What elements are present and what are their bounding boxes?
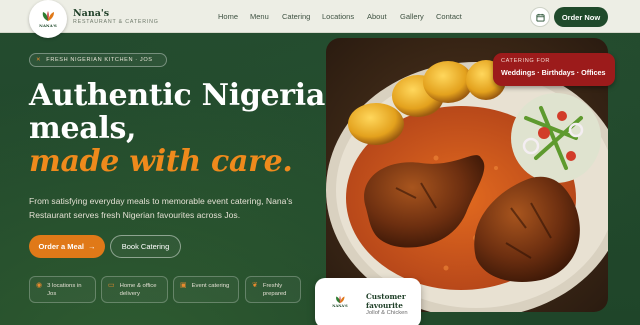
nav-gallery[interactable]: Gallery [400,12,424,21]
leaf-icon: ❦ [252,282,258,289]
delivery-truck-icon: ▭ [108,282,115,289]
customer-favourite-card: NANA'S Customer favourite Jollof & Chick… [315,278,421,325]
brand-tagline: RESTAURANT & CATERING [73,19,159,25]
order-meal-label: Order a Meal [38,242,84,251]
leaf-logo-icon [42,11,54,21]
hero-subtitle: From satisfying everyday meals to memora… [29,196,293,220]
feature-label: 3 locations in Jos [47,283,82,297]
catering-badge: CATERING FOR Weddings · Birthdays · Offi… [493,53,615,86]
calendar-icon [535,13,545,22]
card-logo: NANA'S [328,289,352,313]
leaf-logo-icon [336,295,345,303]
hero-title-accent: made with care. [29,144,293,179]
calendar-icon: ▣ [180,282,187,289]
eyebrow-pill: ✕ FRESH NIGERIAN KITCHEN · JOS [29,53,167,67]
nav-home[interactable]: Home [218,12,238,21]
location-pin-icon: ◉ [36,282,43,289]
brand-logo[interactable]: NANA'S [29,0,67,38]
logo-text: NANA'S [39,23,57,28]
nav-locations[interactable]: Locations [322,12,354,21]
favourite-title: Customer favourite [366,292,406,310]
feature-locations: ◉ 3 locations in Jos [29,276,96,303]
calendar-button[interactable] [530,7,550,27]
hero-title-line1: Authentic Nigerian [29,78,347,113]
feature-label: Home & office delivery [119,283,157,297]
catering-badge-eyebrow: CATERING FOR [501,58,551,64]
feature-delivery: ▭ Home & office delivery [101,276,168,303]
eyebrow-text: FRESH NIGERIAN KITCHEN · JOS [46,57,153,63]
nav-about[interactable]: About [367,12,387,21]
book-catering-button[interactable]: Book Catering [110,235,181,258]
feature-label: Freshly prepared [262,283,287,297]
arrow-right-icon: → [87,242,96,251]
order-meal-button[interactable]: Order a Meal → [29,235,105,258]
nav-menu[interactable]: Menu [250,12,269,21]
hero-title-line2: meals, [29,111,137,146]
favourite-dish: Jollof & Chicken [366,310,408,316]
logo-text: NANA'S [332,303,348,308]
feature-fresh: ❦ Freshly prepared [245,276,301,303]
feature-catering: ▣ Event catering [173,276,239,303]
site-header: NANA'S Nana's RESTAURANT & CATERING Home… [0,0,640,38]
brand-name[interactable]: Nana's [73,8,109,19]
nav-catering[interactable]: Catering [282,12,310,21]
catering-badge-events: Weddings · Birthdays · Offices [501,68,606,77]
order-now-button[interactable]: Order Now [554,7,608,27]
feature-label: Event catering [191,283,230,289]
nav-contact[interactable]: Contact [436,12,462,21]
fork-knife-icon: ✕ [36,57,42,63]
